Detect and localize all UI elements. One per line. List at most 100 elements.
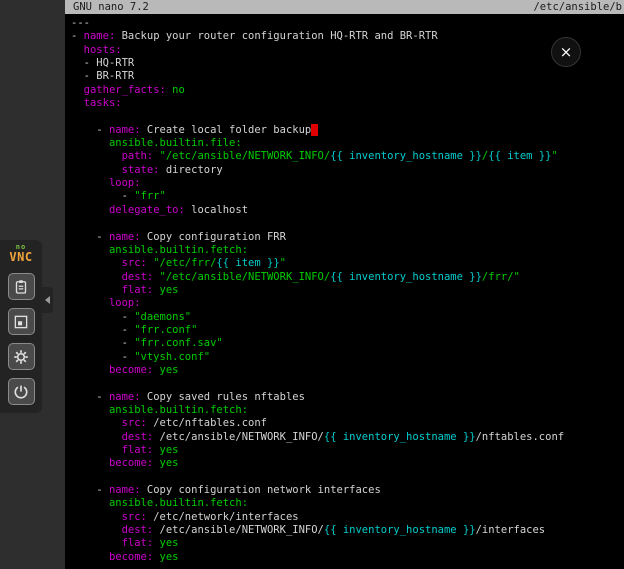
editor-line[interactable]: - name: Copy saved rules nftables xyxy=(71,391,624,404)
code-segment: tasks: xyxy=(84,97,122,109)
code-segment: "frr.conf.sav" xyxy=(134,337,223,349)
code-segment: localhost xyxy=(185,204,248,216)
editor-line[interactable]: --- xyxy=(71,17,624,30)
editor-line[interactable]: dest: /etc/ansible/NETWORK_INFO/{{ inven… xyxy=(71,524,624,537)
editor-line[interactable]: ansible.builtin.fetch: xyxy=(71,404,624,417)
editor-content[interactable]: ---- name: Backup your router configurat… xyxy=(65,14,624,564)
editor-line[interactable]: become: yes xyxy=(71,364,624,377)
code-segment: /interfaces xyxy=(476,524,546,536)
terminal-window[interactable]: GNU nano 7.2 /etc/ansible/b ---- name: B… xyxy=(65,0,624,569)
editor-line[interactable]: - "daemons" xyxy=(71,311,624,324)
code-segment: ansible.builtin.fetch: xyxy=(109,244,248,256)
editor-line[interactable]: dest: /etc/ansible/NETWORK_INFO/{{ inven… xyxy=(71,431,624,444)
editor-line[interactable] xyxy=(71,217,624,230)
editor-line[interactable]: flat: yes xyxy=(71,284,624,297)
editor-line[interactable]: tasks: xyxy=(71,97,624,110)
editor-line[interactable]: dest: "/etc/ansible/NETWORK_INFO/{{ inve… xyxy=(71,271,624,284)
close-icon: × xyxy=(560,45,573,60)
editor-line[interactable]: - name: Copy configuration FRR xyxy=(71,231,624,244)
code-segment: - BR-RTR xyxy=(71,70,134,82)
editor-line[interactable]: loop: xyxy=(71,177,624,190)
editor-line[interactable] xyxy=(71,377,624,390)
editor-line[interactable]: state: directory xyxy=(71,164,624,177)
code-segment xyxy=(71,44,84,56)
editor-line[interactable]: - name: Create local folder backup xyxy=(71,124,624,137)
code-segment: become: xyxy=(109,364,153,376)
editor-line[interactable]: delegate_to: localhost xyxy=(71,204,624,217)
code-segment: gather_facts: xyxy=(84,84,166,96)
editor-line[interactable]: - "frr.conf.sav" xyxy=(71,337,624,350)
control-bar-handle[interactable] xyxy=(42,287,53,313)
settings-button[interactable] xyxy=(8,343,35,370)
code-segment xyxy=(71,417,122,429)
editor-line[interactable] xyxy=(71,471,624,484)
editor-line[interactable]: src: /etc/nftables.conf xyxy=(71,417,624,430)
fullscreen-button[interactable] xyxy=(8,308,35,335)
editor-line[interactable]: ansible.builtin.fetch: xyxy=(71,244,624,257)
clipboard-button[interactable] xyxy=(8,273,35,300)
code-segment: yes xyxy=(160,551,179,563)
code-segment: name: xyxy=(84,30,116,42)
code-segment: ansible.builtin.file: xyxy=(109,137,242,149)
collapse-arrow-icon xyxy=(45,296,50,304)
code-segment: yes xyxy=(160,284,179,296)
code-segment xyxy=(71,284,122,296)
code-segment: flat: xyxy=(122,537,154,549)
editor-line[interactable]: ansible.builtin.fetch: xyxy=(71,497,624,510)
code-segment: yes xyxy=(160,537,179,549)
code-segment: state: xyxy=(122,164,160,176)
code-segment: flat: xyxy=(122,444,154,456)
editor-line[interactable]: - BR-RTR xyxy=(71,70,624,83)
code-segment: loop: xyxy=(109,297,141,309)
code-segment xyxy=(71,511,122,523)
editor-line[interactable]: - "vtysh.conf" xyxy=(71,351,624,364)
code-segment: /etc/ansible/NETWORK_INFO/ xyxy=(153,524,324,536)
code-segment: name: xyxy=(109,231,141,243)
code-segment: - HQ-RTR xyxy=(71,57,134,69)
close-button[interactable]: × xyxy=(551,37,581,67)
code-segment: - xyxy=(71,391,109,403)
code-segment: dest: xyxy=(122,271,154,283)
editor-line[interactable]: ansible.builtin.file: xyxy=(71,137,624,150)
code-segment xyxy=(71,271,122,283)
code-segment: src: xyxy=(122,417,147,429)
code-segment: hosts: xyxy=(84,44,122,56)
nano-file-path: /etc/ansible/b xyxy=(533,0,622,14)
editor-line[interactable]: - name: Backup your router configuration… xyxy=(71,30,624,43)
clipboard-icon xyxy=(12,278,30,296)
editor-line[interactable]: become: yes xyxy=(71,457,624,470)
code-segment xyxy=(71,457,109,469)
code-segment: no xyxy=(172,84,185,96)
nano-title-bar: GNU nano 7.2 /etc/ansible/b xyxy=(65,0,624,14)
editor-line[interactable]: flat: yes xyxy=(71,537,624,550)
editor-line[interactable]: become: yes xyxy=(71,551,624,564)
code-segment: src: xyxy=(122,257,147,269)
editor-line[interactable]: - "frr" xyxy=(71,190,624,203)
fullscreen-icon xyxy=(12,313,30,331)
power-button[interactable] xyxy=(8,378,35,405)
editor-line[interactable]: flat: yes xyxy=(71,444,624,457)
power-icon xyxy=(12,383,30,401)
editor-line[interactable]: loop: xyxy=(71,297,624,310)
code-segment xyxy=(71,537,122,549)
code-segment xyxy=(71,364,109,376)
editor-line[interactable]: - HQ-RTR xyxy=(71,57,624,70)
code-segment xyxy=(71,297,109,309)
code-segment xyxy=(71,497,109,509)
editor-line[interactable]: src: /etc/network/interfaces xyxy=(71,511,624,524)
code-segment: --- xyxy=(71,17,90,29)
gear-icon xyxy=(12,348,30,366)
editor-line[interactable]: - "frr.conf" xyxy=(71,324,624,337)
editor-line[interactable] xyxy=(71,110,624,123)
code-segment: ansible.builtin.fetch: xyxy=(109,497,248,509)
editor-line[interactable]: gather_facts: no xyxy=(71,84,624,97)
code-segment: - xyxy=(71,337,134,349)
editor-line[interactable]: - name: Copy configuration network inter… xyxy=(71,484,624,497)
editor-line[interactable]: src: "/etc/frr/{{ item }}" xyxy=(71,257,624,270)
editor-line[interactable]: path: "/etc/ansible/NETWORK_INFO/{{ inve… xyxy=(71,150,624,163)
code-segment: delegate_to: xyxy=(109,204,185,216)
code-segment: "frr.conf" xyxy=(134,324,197,336)
code-segment: /etc/ansible/NETWORK_INFO/ xyxy=(153,431,324,443)
code-segment xyxy=(71,164,122,176)
editor-line[interactable]: hosts: xyxy=(71,44,624,57)
